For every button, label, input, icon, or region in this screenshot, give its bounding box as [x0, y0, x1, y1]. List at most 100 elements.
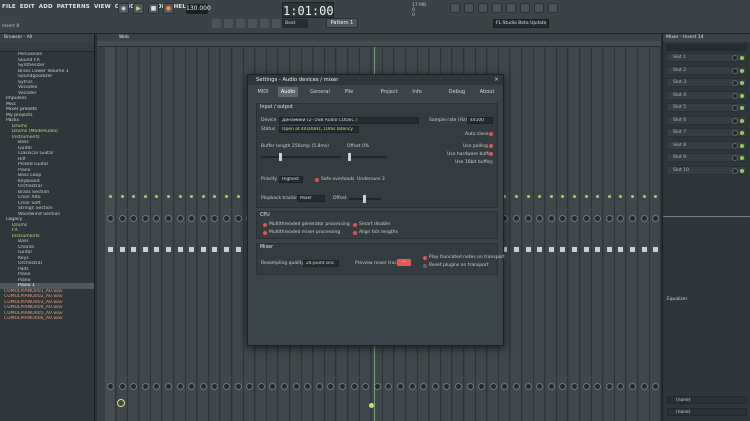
slot-mix-knob[interactable]	[732, 105, 738, 111]
slot-mix-knob[interactable]	[732, 55, 738, 61]
volume-fader[interactable]	[548, 247, 554, 252]
stereo-knob[interactable]	[582, 383, 590, 390]
volume-fader[interactable]	[641, 247, 647, 252]
effect-slot[interactable]: Slot 9	[666, 153, 747, 162]
stereo-knob[interactable]	[339, 383, 346, 390]
channel-rack-shortcut-icon[interactable]	[478, 3, 488, 13]
pan-knob[interactable]	[107, 215, 114, 222]
pan-knob[interactable]	[165, 215, 172, 222]
effect-slot[interactable]: Slot 3	[666, 78, 747, 87]
volume-fader[interactable]	[200, 247, 206, 252]
slot-mix-knob[interactable]	[732, 117, 738, 124]
playback-offset-thumb[interactable]	[363, 195, 366, 203]
use-hw-buffer-toggle[interactable]	[489, 152, 493, 156]
stereo-knob[interactable]	[594, 383, 602, 390]
play-button[interactable]: ▶	[133, 3, 144, 14]
mute-led[interactable]	[109, 195, 112, 198]
plugin-picker-icon[interactable]	[520, 3, 530, 13]
mute-led[interactable]	[631, 195, 634, 198]
stereo-knob[interactable]	[513, 383, 520, 390]
slot-enable-led[interactable]	[740, 156, 744, 160]
volume-fader[interactable]	[618, 247, 624, 252]
reset-plugins-toggle[interactable]	[423, 264, 427, 268]
multi-mix-toggle[interactable]	[263, 231, 267, 235]
stereo-knob[interactable]	[571, 383, 578, 390]
stereo-knob[interactable]	[501, 383, 509, 390]
volume-fader[interactable]	[177, 247, 183, 252]
playback-tracking-select[interactable]: Mixer	[297, 195, 325, 202]
play-truncated-toggle[interactable]	[423, 256, 427, 260]
volume-fader[interactable]	[108, 247, 113, 252]
resampling-select[interactable]: 24-point sinc	[303, 260, 339, 267]
stereo-knob[interactable]	[176, 383, 184, 390]
stereo-knob[interactable]	[420, 383, 428, 390]
stereo-knob[interactable]	[304, 383, 312, 390]
effect-slot[interactable]: Slot 4	[666, 90, 747, 100]
mute-led[interactable]	[225, 195, 228, 198]
effect-slot[interactable]: Slot 7	[666, 128, 747, 137]
pan-knob[interactable]	[559, 215, 567, 222]
slot-enable-led[interactable]	[740, 168, 744, 173]
input-selector[interactable]: (none)	[667, 396, 747, 404]
stereo-knob[interactable]	[431, 383, 439, 390]
device-select[interactable]: Динамики (2- USB Audio CODEC )	[279, 117, 419, 124]
tab-info[interactable]: Info	[408, 87, 426, 97]
mute-led[interactable]	[236, 195, 240, 198]
smart-disable-toggle[interactable]	[353, 223, 357, 227]
close-icon[interactable]: ×	[494, 75, 499, 85]
browser-file-item[interactable]: CUMULPIANO006_A0.wav	[0, 316, 94, 322]
mute-led[interactable]	[120, 195, 124, 198]
slot-enable-led[interactable]	[740, 106, 744, 110]
volume-fader[interactable]	[630, 247, 635, 252]
slot-enable-led[interactable]	[740, 131, 744, 135]
stereo-knob[interactable]	[130, 383, 138, 390]
slot-mix-knob[interactable]	[732, 67, 738, 74]
pan-knob[interactable]	[176, 215, 184, 222]
browser-shortcut-icon[interactable]	[506, 3, 516, 13]
volume-fader[interactable]	[235, 247, 241, 252]
pan-knob[interactable]	[652, 215, 660, 222]
pan-knob[interactable]	[141, 215, 149, 222]
align-tick-toggle[interactable]	[353, 231, 357, 235]
stereo-knob[interactable]	[629, 383, 636, 390]
effect-slot[interactable]: Slot 5	[666, 103, 747, 112]
wait-input-icon[interactable]	[224, 19, 233, 28]
volume-fader[interactable]	[119, 247, 125, 252]
slot-enable-led[interactable]	[740, 56, 744, 60]
mute-led[interactable]	[584, 195, 588, 198]
slot-enable-led[interactable]	[740, 118, 744, 123]
mute-led[interactable]	[607, 195, 611, 198]
volume-fader[interactable]	[166, 247, 171, 252]
mixer-strip[interactable]	[627, 47, 638, 421]
tab-about[interactable]: About	[476, 87, 498, 97]
mute-led[interactable]	[201, 195, 205, 198]
tab-project[interactable]: Project	[376, 87, 402, 97]
pan-knob[interactable]	[640, 215, 648, 222]
mixer-strip[interactable]	[116, 47, 128, 421]
stereo-knob[interactable]	[478, 383, 486, 390]
volume-fader[interactable]	[525, 247, 531, 252]
safe-overloads-toggle[interactable]	[315, 178, 319, 182]
mixer-strip[interactable]	[592, 47, 604, 421]
mixer-strip[interactable]	[151, 47, 163, 421]
mute-led[interactable]	[132, 195, 136, 198]
pan-knob[interactable]	[118, 215, 126, 222]
volume-fader[interactable]	[224, 247, 229, 252]
auto-close-toggle[interactable]	[489, 132, 493, 136]
effect-slot[interactable]: Slot 6	[666, 115, 747, 125]
menu-file[interactable]: FILE	[2, 4, 16, 10]
pan-knob[interactable]	[629, 215, 636, 222]
mute-led[interactable]	[642, 195, 646, 198]
slot-mix-knob[interactable]	[732, 80, 738, 86]
volume-fader[interactable]	[514, 247, 519, 252]
pan-knob[interactable]	[130, 215, 138, 222]
playlist-shortcut-icon[interactable]	[450, 3, 460, 13]
stereo-knob[interactable]	[536, 383, 544, 390]
step-edit-icon[interactable]	[248, 19, 257, 28]
mixer-strip[interactable]	[163, 47, 174, 421]
mixer-strip[interactable]	[557, 47, 569, 421]
stereo-knob[interactable]	[211, 383, 219, 390]
pan-knob[interactable]	[223, 215, 230, 222]
pan-knob[interactable]	[153, 215, 161, 222]
snap-selector[interactable]: Beat	[282, 19, 308, 28]
